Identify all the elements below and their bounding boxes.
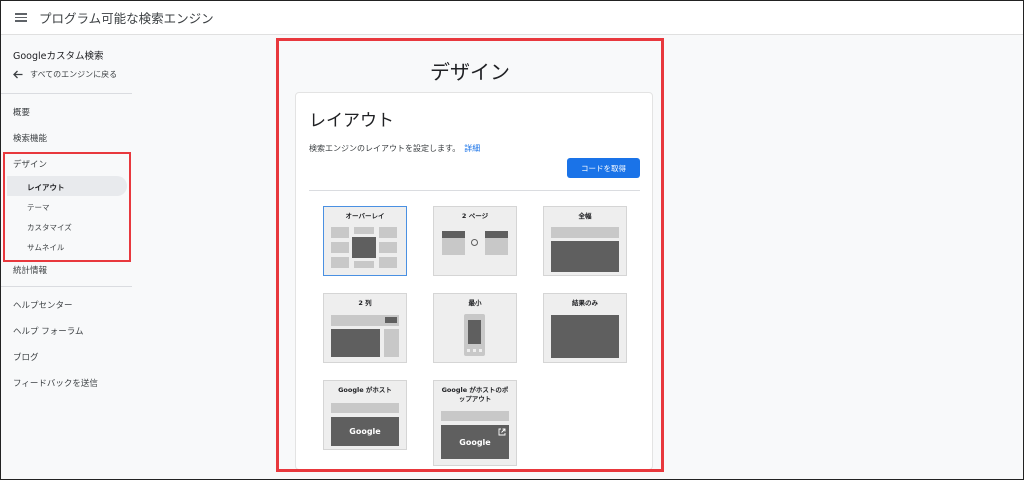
- back-link-label: すべてのエンジンに戻る: [30, 70, 118, 79]
- sidebar-item-stats[interactable]: 統計情報: [13, 264, 47, 276]
- product-name: Googleカスタム検索: [13, 51, 104, 62]
- sidebar-item-help-center[interactable]: ヘルプセンター: [13, 299, 73, 311]
- top-bar: プログラム可能な検索エンジン: [1, 1, 1023, 35]
- back-link[interactable]: すべてのエンジンに戻る: [13, 69, 117, 80]
- arrow-back-icon: [13, 70, 23, 79]
- sidebar-divider: [1, 286, 132, 287]
- sidebar-highlight-box: [3, 152, 131, 262]
- sidebar-divider: [1, 93, 132, 94]
- app-title: プログラム可能な検索エンジン: [39, 11, 214, 26]
- content-highlight-box: [276, 38, 664, 472]
- sidebar-item-feedback[interactable]: フィードバックを送信: [13, 377, 98, 389]
- hamburger-menu-icon[interactable]: [15, 13, 27, 22]
- sidebar-item-blog[interactable]: ブログ: [13, 351, 39, 363]
- sidebar-item-overview[interactable]: 概要: [13, 106, 30, 118]
- sidebar-item-search-features[interactable]: 検索機能: [13, 132, 47, 144]
- sidebar-item-help-forum[interactable]: ヘルプ フォーラム: [13, 325, 83, 337]
